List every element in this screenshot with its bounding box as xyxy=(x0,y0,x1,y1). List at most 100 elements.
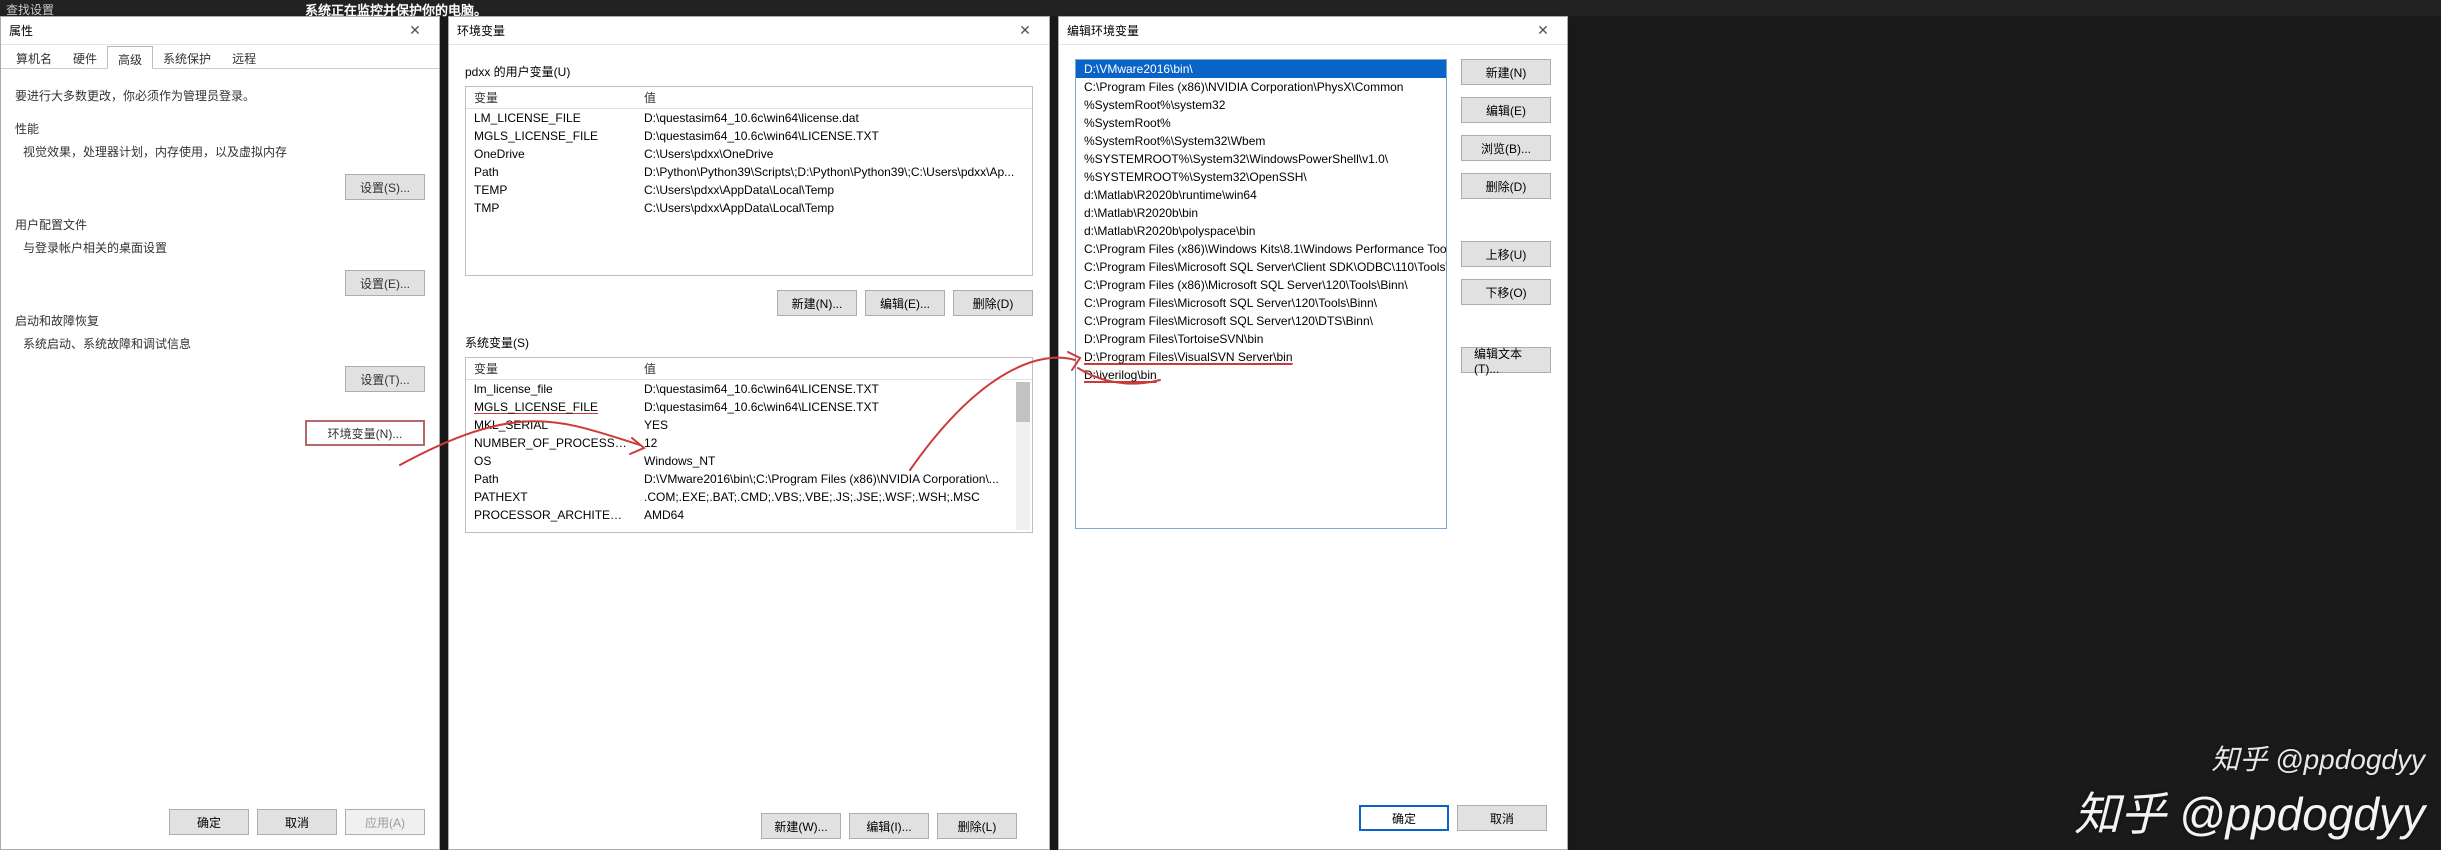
user-profiles-title: 用户配置文件 xyxy=(15,216,425,233)
sys-vars-list[interactable]: 变量 值 lm_license_fileD:\questasim64_10.6c… xyxy=(465,357,1033,533)
table-row[interactable]: PROCESSOR_ARCHITECTUREAMD64 xyxy=(466,506,1032,524)
startup-settings-button[interactable]: 设置(T)... xyxy=(345,366,425,392)
list-item[interactable]: C:\Program Files\Microsoft SQL Server\12… xyxy=(1076,312,1446,330)
list-item[interactable]: C:\Program Files\Microsoft SQL Server\Cl… xyxy=(1076,258,1446,276)
startup-title: 启动和故障恢复 xyxy=(15,312,425,329)
list-item[interactable]: %SystemRoot%\system32 xyxy=(1076,96,1446,114)
list-item[interactable]: d:\Matlab\R2020b\polyspace\bin xyxy=(1076,222,1446,240)
list-item[interactable]: D:\VMware2016\bin\ xyxy=(1076,60,1446,78)
col-variable[interactable]: 变量 xyxy=(466,87,636,108)
table-row[interactable]: OneDriveC:\Users\pdxx\OneDrive xyxy=(466,145,1032,163)
user-profiles-sub: 与登录帐户相关的桌面设置 xyxy=(23,239,425,256)
col-variable[interactable]: 变量 xyxy=(466,358,636,379)
sys-edit-button[interactable]: 编辑(I)... xyxy=(849,813,929,839)
new-button[interactable]: 新建(N) xyxy=(1461,59,1551,85)
close-icon[interactable]: ✕ xyxy=(399,22,431,39)
list-item[interactable]: D:\Program Files\VisualSVN Server\bin xyxy=(1076,348,1446,366)
list-item[interactable]: %SYSTEMROOT%\System32\WindowsPowerShell\… xyxy=(1076,150,1446,168)
user-settings-button[interactable]: 设置(E)... xyxy=(345,270,425,296)
list-item[interactable]: C:\Program Files\Microsoft SQL Server\12… xyxy=(1076,294,1446,312)
user-delete-button[interactable]: 删除(D) xyxy=(953,290,1033,316)
cell-val: D:\questasim64_10.6c\win64\LICENSE.TXT xyxy=(636,129,1032,143)
user-edit-button[interactable]: 编辑(E)... xyxy=(865,290,945,316)
table-row[interactable]: OSWindows_NT xyxy=(466,452,1032,470)
ok-button[interactable]: 确定 xyxy=(1359,805,1449,831)
table-row[interactable]: PathD:\Python\Python39\Scripts\;D:\Pytho… xyxy=(466,163,1032,181)
cell-val: C:\Users\pdxx\AppData\Local\Temp xyxy=(636,183,1032,197)
table-row[interactable]: MGLS_LICENSE_FILED:\questasim64_10.6c\wi… xyxy=(466,127,1032,145)
table-row[interactable]: lm_license_fileD:\questasim64_10.6c\win6… xyxy=(466,380,1032,398)
perf-sub: 视觉效果，处理器计划，内存使用，以及虚拟内存 xyxy=(23,143,425,160)
list-item[interactable]: D:\Program Files\TortoiseSVN\bin xyxy=(1076,330,1446,348)
col-value[interactable]: 值 xyxy=(636,358,1032,379)
sys-new-button[interactable]: 新建(W)... xyxy=(761,813,841,839)
move-down-button[interactable]: 下移(O) xyxy=(1461,279,1551,305)
close-icon[interactable]: ✕ xyxy=(1527,22,1559,39)
edit-button[interactable]: 编辑(E) xyxy=(1461,97,1551,123)
tab-1[interactable]: 硬件 xyxy=(62,45,108,68)
list-item[interactable]: C:\Program Files (x86)\Microsoft SQL Ser… xyxy=(1076,276,1446,294)
list-item[interactable]: d:\Matlab\R2020b\bin xyxy=(1076,204,1446,222)
browse-button[interactable]: 浏览(B)... xyxy=(1461,135,1551,161)
list-item[interactable]: %SYSTEMROOT%\System32\OpenSSH\ xyxy=(1076,168,1446,186)
tab-3[interactable]: 系统保护 xyxy=(152,45,222,68)
cell-var: Path xyxy=(466,165,636,179)
tab-2[interactable]: 高级 xyxy=(107,46,153,69)
edit-env-var-dialog: 编辑环境变量 ✕ D:\VMware2016\bin\C:\Program Fi… xyxy=(1058,16,1568,850)
list-item[interactable]: C:\Program Files (x86)\NVIDIA Corporatio… xyxy=(1076,78,1446,96)
cell-val: D:\questasim64_10.6c\win64\LICENSE.TXT xyxy=(636,400,1032,414)
tab-4[interactable]: 远程 xyxy=(221,45,267,68)
cell-var: OS xyxy=(466,454,636,468)
table-row[interactable]: TEMPC:\Users\pdxx\AppData\Local\Temp xyxy=(466,181,1032,199)
move-up-button[interactable]: 上移(U) xyxy=(1461,241,1551,267)
dlg3-titlebar: 编辑环境变量 ✕ xyxy=(1059,17,1567,45)
list-item[interactable]: D:\iverilog\bin xyxy=(1076,366,1446,384)
list-item[interactable]: C:\Program Files (x86)\Windows Kits\8.1\… xyxy=(1076,240,1446,258)
system-properties-dialog: 属性 ✕ 算机名硬件高级系统保护远程 要进行大多数更改，你必须作为管理员登录。 … xyxy=(0,16,440,850)
table-row[interactable]: PATHEXT.COM;.EXE;.BAT;.CMD;.VBS;.VBE;.JS… xyxy=(466,488,1032,506)
cell-val: Windows_NT xyxy=(636,454,1032,468)
path-list[interactable]: D:\VMware2016\bin\C:\Program Files (x86)… xyxy=(1075,59,1447,529)
cell-val: C:\Users\pdxx\OneDrive xyxy=(636,147,1032,161)
watermark: 知乎 @ppdogdyy 知乎 @ppdogdyy xyxy=(2074,738,2425,844)
table-row[interactable]: MKL_SERIALYES xyxy=(466,416,1032,434)
tab-0[interactable]: 算机名 xyxy=(5,45,63,68)
dlg2-titlebar: 环境变量 ✕ xyxy=(449,17,1049,45)
cell-val: 12 xyxy=(636,436,1032,450)
table-row[interactable]: MGLS_LICENSE_FILED:\questasim64_10.6c\wi… xyxy=(466,398,1032,416)
cell-var: PROCESSOR_ARCHITECTURE xyxy=(466,508,636,522)
cell-var: LM_LICENSE_FILE xyxy=(466,111,636,125)
env-vars-button[interactable]: 环境变量(N)... xyxy=(305,420,425,446)
edit-text-button[interactable]: 编辑文本(T)... xyxy=(1461,347,1551,373)
dlg2-title: 环境变量 xyxy=(457,22,505,39)
list-item[interactable]: %SystemRoot% xyxy=(1076,114,1446,132)
close-icon[interactable]: ✕ xyxy=(1009,22,1041,39)
cell-val: AMD64 xyxy=(636,508,1032,522)
col-value[interactable]: 值 xyxy=(636,87,1032,108)
delete-button[interactable]: 删除(D) xyxy=(1461,173,1551,199)
sys-vars-label: 系统变量(S) xyxy=(465,334,1049,351)
cell-val: D:\questasim64_10.6c\win64\LICENSE.TXT xyxy=(636,382,1032,396)
dlg1-tabs: 算机名硬件高级系统保护远程 xyxy=(1,45,439,69)
table-row[interactable]: NUMBER_OF_PROCESSORS12 xyxy=(466,434,1032,452)
cell-var: MGLS_LICENSE_FILE xyxy=(466,400,636,414)
dlg1-title: 属性 xyxy=(9,22,33,39)
ok-button[interactable]: 确定 xyxy=(169,809,249,835)
user-vars-list[interactable]: 变量 值 LM_LICENSE_FILED:\questasim64_10.6c… xyxy=(465,86,1033,276)
background-header: 查找设置 系统正在监控并保护你的电脑。 xyxy=(0,0,2441,16)
user-new-button[interactable]: 新建(N)... xyxy=(777,290,857,316)
list-item[interactable]: d:\Matlab\R2020b\runtime\win64 xyxy=(1076,186,1446,204)
cell-val: D:\questasim64_10.6c\win64\license.dat xyxy=(636,111,1032,125)
cancel-button[interactable]: 取消 xyxy=(1457,805,1547,831)
dlg3-title: 编辑环境变量 xyxy=(1067,22,1139,39)
list-item[interactable]: %SystemRoot%\System32\Wbem xyxy=(1076,132,1446,150)
sys-delete-button[interactable]: 删除(L) xyxy=(937,813,1017,839)
perf-settings-button[interactable]: 设置(S)... xyxy=(345,174,425,200)
table-row[interactable]: PathD:\VMware2016\bin\;C:\Program Files … xyxy=(466,470,1032,488)
cell-val: D:\VMware2016\bin\;C:\Program Files (x86… xyxy=(636,472,1032,486)
table-row[interactable]: LM_LICENSE_FILED:\questasim64_10.6c\win6… xyxy=(466,109,1032,127)
scrollbar-thumb[interactable] xyxy=(1016,382,1030,422)
apply-button[interactable]: 应用(A) xyxy=(345,809,425,835)
table-row[interactable]: TMPC:\Users\pdxx\AppData\Local\Temp xyxy=(466,199,1032,217)
cancel-button[interactable]: 取消 xyxy=(257,809,337,835)
